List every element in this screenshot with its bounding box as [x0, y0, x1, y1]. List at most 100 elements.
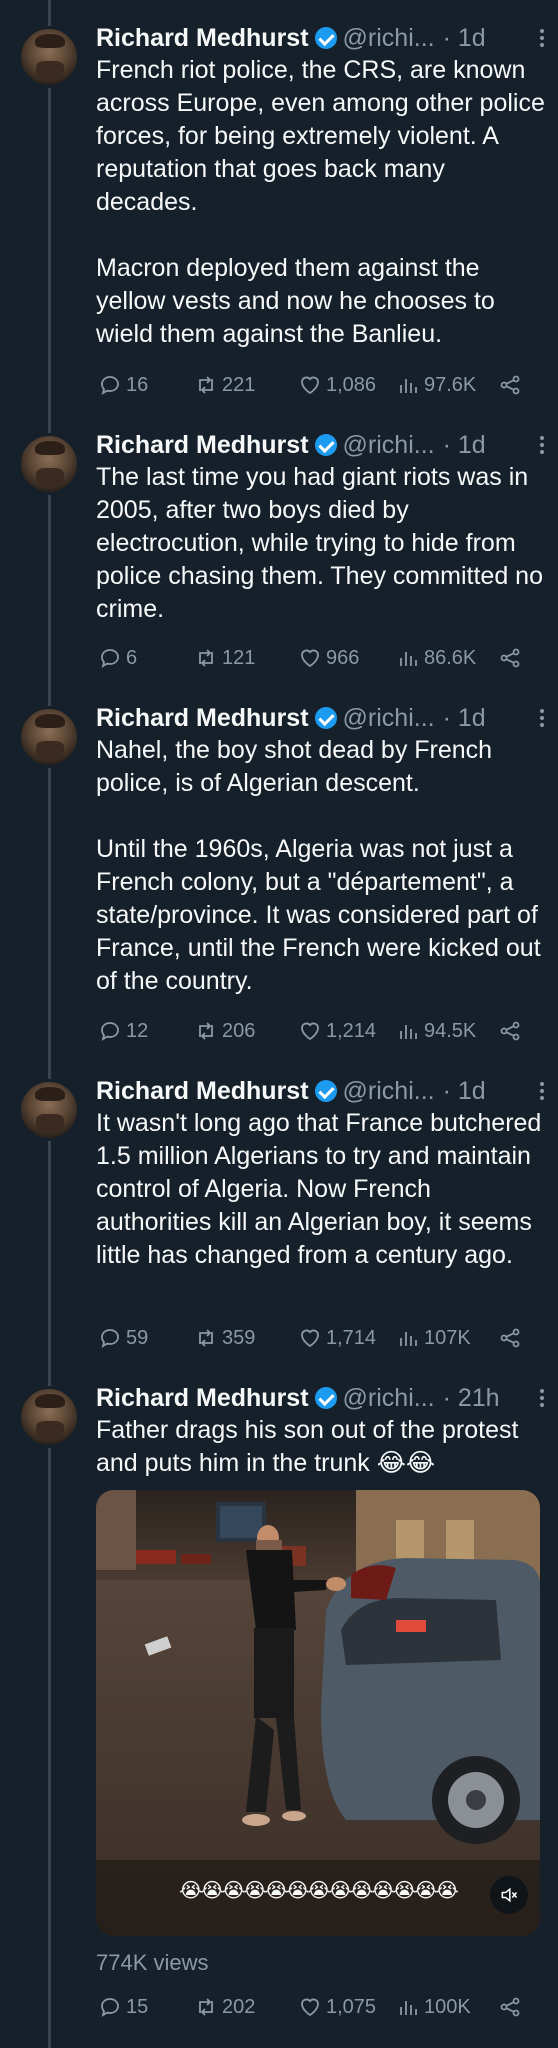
- reply-button[interactable]: 16: [98, 370, 148, 400]
- like-count: 1,714: [326, 1326, 377, 1349]
- tweet-header: Richard Medhurst @richi... · 1d: [96, 700, 540, 736]
- mute-button[interactable]: [490, 1876, 528, 1914]
- reply-button[interactable]: 6: [98, 643, 137, 673]
- views-button[interactable]: 86.6K: [396, 643, 476, 673]
- views-button[interactable]: 107K: [396, 1323, 471, 1353]
- share-icon: [500, 648, 520, 668]
- more-icon[interactable]: [532, 1384, 552, 1412]
- reply-button[interactable]: 15: [98, 1992, 148, 2022]
- like-button[interactable]: 1,075: [298, 1992, 376, 2022]
- author-handle[interactable]: @richi...: [343, 24, 435, 53]
- author-name[interactable]: Richard Medhurst: [96, 1077, 309, 1106]
- reply-count: 16: [126, 373, 149, 396]
- views-count: 86.6K: [424, 646, 477, 669]
- tweet-actions: 15 202 1,075 100K: [98, 1992, 530, 2022]
- like-icon: [301, 1022, 319, 1041]
- views-count: 107K: [424, 1326, 471, 1349]
- retweet-count: 359: [222, 1326, 256, 1349]
- like-count: 966: [326, 646, 360, 669]
- retweet-icon: [199, 1022, 213, 1040]
- author-name[interactable]: Richard Medhurst: [96, 24, 309, 53]
- views-button[interactable]: 94.5K: [396, 1016, 476, 1046]
- retweet-count: 121: [222, 646, 256, 669]
- avatar[interactable]: [18, 26, 80, 88]
- retweet-button[interactable]: 202: [194, 1992, 255, 2022]
- retweet-count: 206: [222, 1019, 256, 1042]
- author-handle[interactable]: @richi...: [343, 704, 435, 733]
- author-name[interactable]: Richard Medhurst: [96, 704, 309, 733]
- more-icon[interactable]: [532, 704, 552, 732]
- avatar[interactable]: [18, 433, 80, 495]
- video-views: 774K views: [96, 1950, 209, 1975]
- share-button[interactable]: [498, 370, 522, 400]
- share-button[interactable]: [498, 1992, 522, 2022]
- author-handle[interactable]: @richi...: [343, 1077, 435, 1106]
- video-player[interactable]: 😭😭😭😭😭😭😭😭😭😭😭😭😭: [96, 1490, 540, 1936]
- reply-button[interactable]: 59: [98, 1323, 148, 1353]
- tweet-text: Father drags his son out of the protest …: [96, 1416, 519, 1477]
- verified-badge-icon: [314, 27, 337, 49]
- like-icon: [301, 1329, 319, 1348]
- views-button[interactable]: 97.6K: [396, 370, 476, 400]
- views-icon: [400, 379, 417, 393]
- views-count: 100K: [424, 1995, 471, 2018]
- more-icon[interactable]: [532, 431, 552, 459]
- tweet-header: Richard Medhurst @richi... · 1d: [96, 427, 540, 463]
- like-button[interactable]: 1,714: [298, 1323, 376, 1353]
- author-handle[interactable]: @richi...: [343, 431, 435, 460]
- author-name[interactable]: Richard Medhurst: [96, 431, 309, 460]
- retweet-icon: [199, 1998, 213, 2016]
- share-button[interactable]: [498, 643, 522, 673]
- tweet-time[interactable]: · 1d: [443, 431, 486, 460]
- verified-badge-icon: [314, 434, 337, 456]
- more-icon[interactable]: [532, 1077, 552, 1105]
- tweet-text: French riot police, the CRS, are known a…: [96, 56, 545, 348]
- like-button[interactable]: 966: [298, 643, 359, 673]
- reply-icon: [101, 1022, 119, 1041]
- tweet-time[interactable]: · 1d: [443, 24, 486, 53]
- mute-icon: [501, 1887, 518, 1903]
- reply-icon: [101, 649, 119, 668]
- video-frame: [96, 1490, 540, 1936]
- retweet-button[interactable]: 359: [194, 1323, 255, 1353]
- tweet-time[interactable]: · 1d: [443, 704, 486, 733]
- like-icon: [301, 376, 319, 395]
- retweet-button[interactable]: 121: [194, 643, 255, 673]
- reply-count: 12: [126, 1019, 149, 1042]
- share-icon: [500, 1328, 520, 1348]
- tweet-actions: 59 359 1,714 107K: [98, 1323, 530, 1353]
- like-count: 1,075: [326, 1995, 377, 2018]
- retweet-button[interactable]: 206: [194, 1016, 255, 1046]
- views-icon: [400, 1025, 417, 1039]
- views-count: 97.6K: [424, 373, 477, 396]
- avatar[interactable]: [18, 1386, 80, 1448]
- tweet-text: The last time you had giant riots was in…: [96, 463, 543, 623]
- views-icon: [400, 2001, 417, 2015]
- like-button[interactable]: 1,214: [298, 1016, 376, 1046]
- share-button[interactable]: [498, 1016, 522, 1046]
- like-count: 1,086: [326, 373, 377, 396]
- avatar[interactable]: [18, 706, 80, 768]
- more-icon[interactable]: [532, 24, 552, 52]
- verified-badge-icon: [314, 707, 337, 729]
- author-name[interactable]: Richard Medhurst: [96, 1384, 309, 1413]
- share-button[interactable]: [498, 1323, 522, 1353]
- reply-count: 59: [126, 1326, 149, 1349]
- tweet-time[interactable]: · 1d: [443, 1077, 486, 1106]
- retweet-button[interactable]: 221: [194, 370, 255, 400]
- like-button[interactable]: 1,086: [298, 370, 376, 400]
- like-count: 1,214: [326, 1019, 377, 1042]
- retweet-count: 221: [222, 373, 256, 396]
- tweet-text: It wasn't long ago that France butchered…: [96, 1109, 542, 1269]
- views-icon: [400, 652, 417, 666]
- tweet-time[interactable]: · 21h: [443, 1384, 500, 1413]
- reply-button[interactable]: 12: [98, 1016, 148, 1046]
- avatar[interactable]: [18, 1079, 80, 1141]
- tweet-text: Nahel, the boy shot dead by French polic…: [96, 736, 541, 995]
- like-icon: [301, 649, 319, 668]
- thread-line: [48, 0, 51, 2048]
- share-icon: [500, 1021, 520, 1041]
- author-handle[interactable]: @richi...: [343, 1384, 435, 1413]
- verified-badge-icon: [314, 1080, 337, 1102]
- views-button[interactable]: 100K: [396, 1992, 471, 2022]
